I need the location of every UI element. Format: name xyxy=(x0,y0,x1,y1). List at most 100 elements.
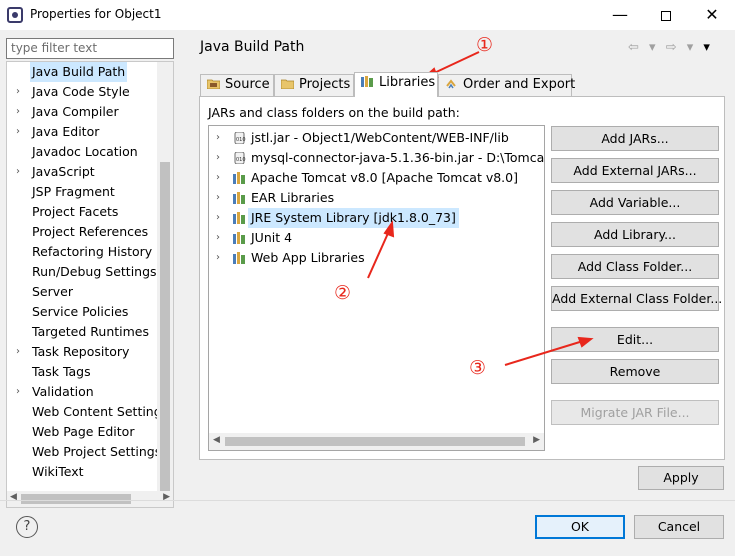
cancel-button[interactable]: Cancel xyxy=(634,515,724,539)
list-item[interactable]: › Web App Libraries xyxy=(209,248,544,268)
sidebar-item-validation[interactable]: › Validation xyxy=(7,382,162,402)
window-title: Properties for Object1 xyxy=(30,7,162,21)
sidebar-item-javascript[interactable]: › JavaScript xyxy=(7,162,162,182)
entry-label: EAR Libraries xyxy=(251,190,335,205)
tab-libraries[interactable]: Libraries xyxy=(354,72,438,97)
sidebar-item-javadoc-location[interactable]: Javadoc Location xyxy=(7,142,162,162)
list-item[interactable]: › JUnit 4 xyxy=(209,228,544,248)
expand-icon[interactable]: › xyxy=(216,188,220,208)
expand-icon[interactable]: › xyxy=(216,228,220,248)
sidebar-item-label: Web Project Settings xyxy=(32,444,162,459)
sidebar: type filter text Java Build Path › Java C… xyxy=(0,30,186,508)
tab-bar: Source Projects Libraries Order and Expo… xyxy=(200,72,722,97)
build-path-list: › 010 jstl.jar - Object1/WebContent/WEB-… xyxy=(208,125,545,451)
expand-icon[interactable]: › xyxy=(216,148,220,168)
migrate-jar-file-button[interactable]: Migrate JAR File... xyxy=(551,400,719,425)
scrollbar-thumb[interactable] xyxy=(225,437,525,446)
sidebar-item-run-debug-settings[interactable]: Run/Debug Settings xyxy=(7,262,162,282)
tab-source[interactable]: Source xyxy=(200,74,274,96)
scrollbar-thumb[interactable] xyxy=(160,162,170,492)
list-item[interactable]: › JRE System Library [jdk1.8.0_73] xyxy=(209,208,544,228)
list-horizontal-scrollbar[interactable]: ◀ ▶ xyxy=(209,433,544,450)
sidebar-item-server[interactable]: Server xyxy=(7,282,162,302)
tab-label: Order and Export xyxy=(463,77,576,92)
sidebar-item-label: Project References xyxy=(32,224,149,239)
remove-button[interactable]: Remove xyxy=(551,359,719,384)
title-bar: Properties for Object1 — ✕ xyxy=(0,0,735,30)
tab-projects[interactable]: Projects xyxy=(274,74,354,96)
add-library-button[interactable]: Add Library... xyxy=(551,222,719,247)
sidebar-item-label: Web Content Settings xyxy=(32,404,169,419)
view-menu-icon[interactable]: ▾ xyxy=(703,40,713,55)
sidebar-item-service-policies[interactable]: Service Policies xyxy=(7,302,162,322)
add-external-jars-button[interactable]: Add External JARs... xyxy=(551,158,719,183)
sidebar-item-jsp-fragment[interactable]: JSP Fragment xyxy=(7,182,162,202)
property-tree: Java Build Path › Java Code Style › Java C… xyxy=(6,61,174,508)
library-icon xyxy=(233,172,245,184)
expand-icon[interactable]: › xyxy=(16,382,20,402)
sidebar-item-targeted-runtimes[interactable]: Targeted Runtimes xyxy=(7,322,162,342)
sidebar-item-label: Web Page Editor xyxy=(32,424,135,439)
filter-input[interactable]: type filter text xyxy=(6,38,174,59)
list-item[interactable]: › EAR Libraries xyxy=(209,188,544,208)
list-item[interactable]: › 010 jstl.jar - Object1/WebContent/WEB-… xyxy=(209,128,544,148)
annotation-marker-3: ③ xyxy=(469,357,487,379)
list-item[interactable]: › 010 mysql-connector-java-5.1.36-bin.ja… xyxy=(209,148,544,168)
add-external-class-folder-button[interactable]: Add External Class Folder... xyxy=(551,286,722,311)
library-icon xyxy=(233,232,245,244)
forward-arrow-icon[interactable]: ⇨ ▾ xyxy=(666,40,697,55)
minimize-button[interactable]: — xyxy=(597,2,643,28)
expand-icon[interactable]: › xyxy=(16,342,20,362)
build-path-label: JARs and class folders on the build path… xyxy=(208,105,460,120)
expand-icon[interactable]: › xyxy=(216,168,220,188)
sidebar-item-label: Validation xyxy=(32,384,94,399)
sidebar-item-label: Refactoring History xyxy=(32,244,153,259)
expand-icon[interactable]: › xyxy=(216,248,220,268)
sidebar-item-web-project-settings[interactable]: Web Project Settings xyxy=(7,442,162,462)
add-variable-button[interactable]: Add Variable... xyxy=(551,190,719,215)
sidebar-item-label: Project Facets xyxy=(32,204,119,219)
help-icon[interactable]: ? xyxy=(16,516,38,538)
add-jars-button[interactable]: Add JARs... xyxy=(551,126,719,151)
close-button[interactable]: ✕ xyxy=(689,2,735,28)
tab-order-and-export[interactable]: Order and Export xyxy=(438,74,576,96)
sidebar-item-java-editor[interactable]: › Java Editor xyxy=(7,122,162,142)
sidebar-item-wikitext[interactable]: WikiText xyxy=(7,462,162,482)
expand-icon[interactable]: › xyxy=(16,122,20,142)
ok-button[interactable]: OK xyxy=(535,515,625,539)
expand-icon[interactable]: › xyxy=(16,102,20,122)
entry-label: Apache Tomcat v8.0 [Apache Tomcat v8.0] xyxy=(251,170,518,185)
expand-icon[interactable]: › xyxy=(16,162,20,182)
entry-label: Web App Libraries xyxy=(251,250,365,265)
sidebar-item-java-build-path[interactable]: Java Build Path xyxy=(7,62,162,82)
expand-icon[interactable]: › xyxy=(16,82,20,102)
sidebar-item-label: WikiText xyxy=(32,464,84,479)
sidebar-item-project-references[interactable]: Project References xyxy=(7,222,162,242)
sidebar-item-java-code-style[interactable]: › Java Code Style xyxy=(7,82,162,102)
tab-label: Projects xyxy=(299,77,351,92)
sidebar-item-refactoring-history[interactable]: Refactoring History xyxy=(7,242,162,262)
sidebar-item-project-facets[interactable]: Project Facets xyxy=(7,202,162,222)
edit-button[interactable]: Edit... xyxy=(551,327,719,352)
list-item[interactable]: › Apache Tomcat v8.0 [Apache Tomcat v8.0… xyxy=(209,168,544,188)
sidebar-horizontal-scrollbar[interactable]: ◀ ▶ xyxy=(7,491,173,507)
scroll-left-icon[interactable]: ◀ xyxy=(213,435,220,445)
add-class-folder-button[interactable]: Add Class Folder... xyxy=(551,254,719,279)
apply-button[interactable]: Apply xyxy=(638,466,724,490)
sidebar-item-web-page-editor[interactable]: Web Page Editor xyxy=(7,422,162,442)
sidebar-vertical-scrollbar[interactable] xyxy=(157,62,173,492)
scrollbar-thumb[interactable] xyxy=(21,494,131,504)
sidebar-item-label: Server xyxy=(32,284,73,299)
maximize-button[interactable] xyxy=(643,2,689,28)
sidebar-item-web-content-settings[interactable]: Web Content Settings xyxy=(7,402,168,422)
scroll-right-icon[interactable]: ▶ xyxy=(533,435,540,445)
expand-icon[interactable]: › xyxy=(216,128,220,148)
sidebar-item-task-tags[interactable]: Task Tags xyxy=(7,362,162,382)
expand-icon[interactable]: › xyxy=(216,208,220,228)
maximize-icon xyxy=(661,10,671,21)
source-folder-icon xyxy=(207,79,220,89)
library-icon xyxy=(233,252,245,264)
back-arrow-icon[interactable]: ⇦ ▾ xyxy=(628,40,659,55)
sidebar-item-task-repository[interactable]: › Task Repository xyxy=(7,342,162,362)
sidebar-item-java-compiler[interactable]: › Java Compiler xyxy=(7,102,162,122)
